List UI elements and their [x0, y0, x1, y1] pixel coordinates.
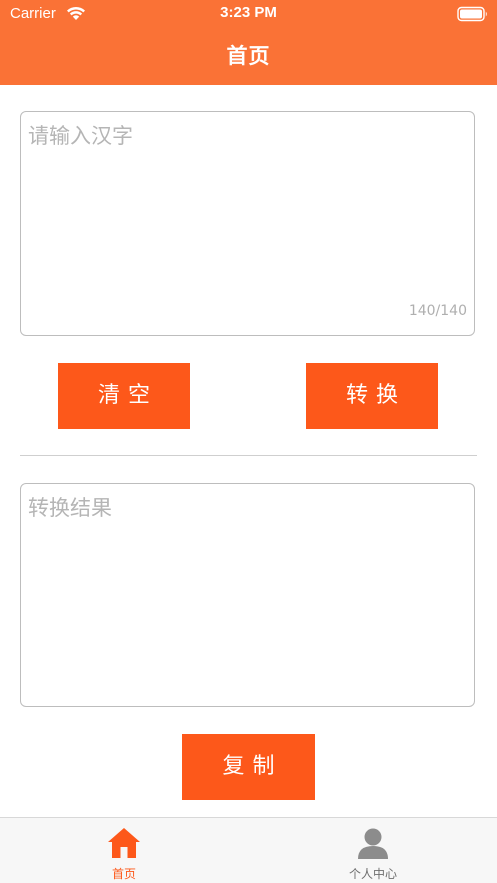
result-placeholder: 转换结果	[28, 496, 112, 520]
header: Carrier 3:23 PM 首页	[0, 0, 497, 85]
tab-home[interactable]: 首页	[0, 818, 248, 883]
chinese-input-field[interactable]: 请输入汉字 140/140	[20, 111, 475, 336]
battery-icon	[457, 6, 487, 22]
input-placeholder: 请输入汉字	[28, 124, 133, 148]
tab-home-label: 首页	[111, 867, 136, 881]
page-title: 首页	[226, 44, 271, 68]
screen: Carrier 3:23 PM 首页 请输入汉字 140/140 清空 转换 转…	[0, 0, 497, 883]
status-bar: Carrier 3:23 PM	[0, 0, 497, 28]
clock-time: 3:23 PM	[220, 4, 277, 21]
clear-button[interactable]: 清空	[58, 363, 190, 429]
tab-profile-label: 个人中心	[348, 867, 397, 881]
copy-button[interactable]: 复制	[182, 734, 315, 800]
tab-bar: 首页 个人中心	[0, 817, 497, 883]
tab-profile[interactable]: 个人中心	[249, 818, 497, 883]
result-output-field[interactable]: 转换结果	[20, 483, 475, 707]
divider	[20, 455, 477, 456]
character-counter: 140/140	[408, 303, 467, 319]
convert-button[interactable]: 转换	[306, 363, 438, 429]
person-icon	[358, 828, 388, 859]
home-icon	[108, 828, 140, 858]
